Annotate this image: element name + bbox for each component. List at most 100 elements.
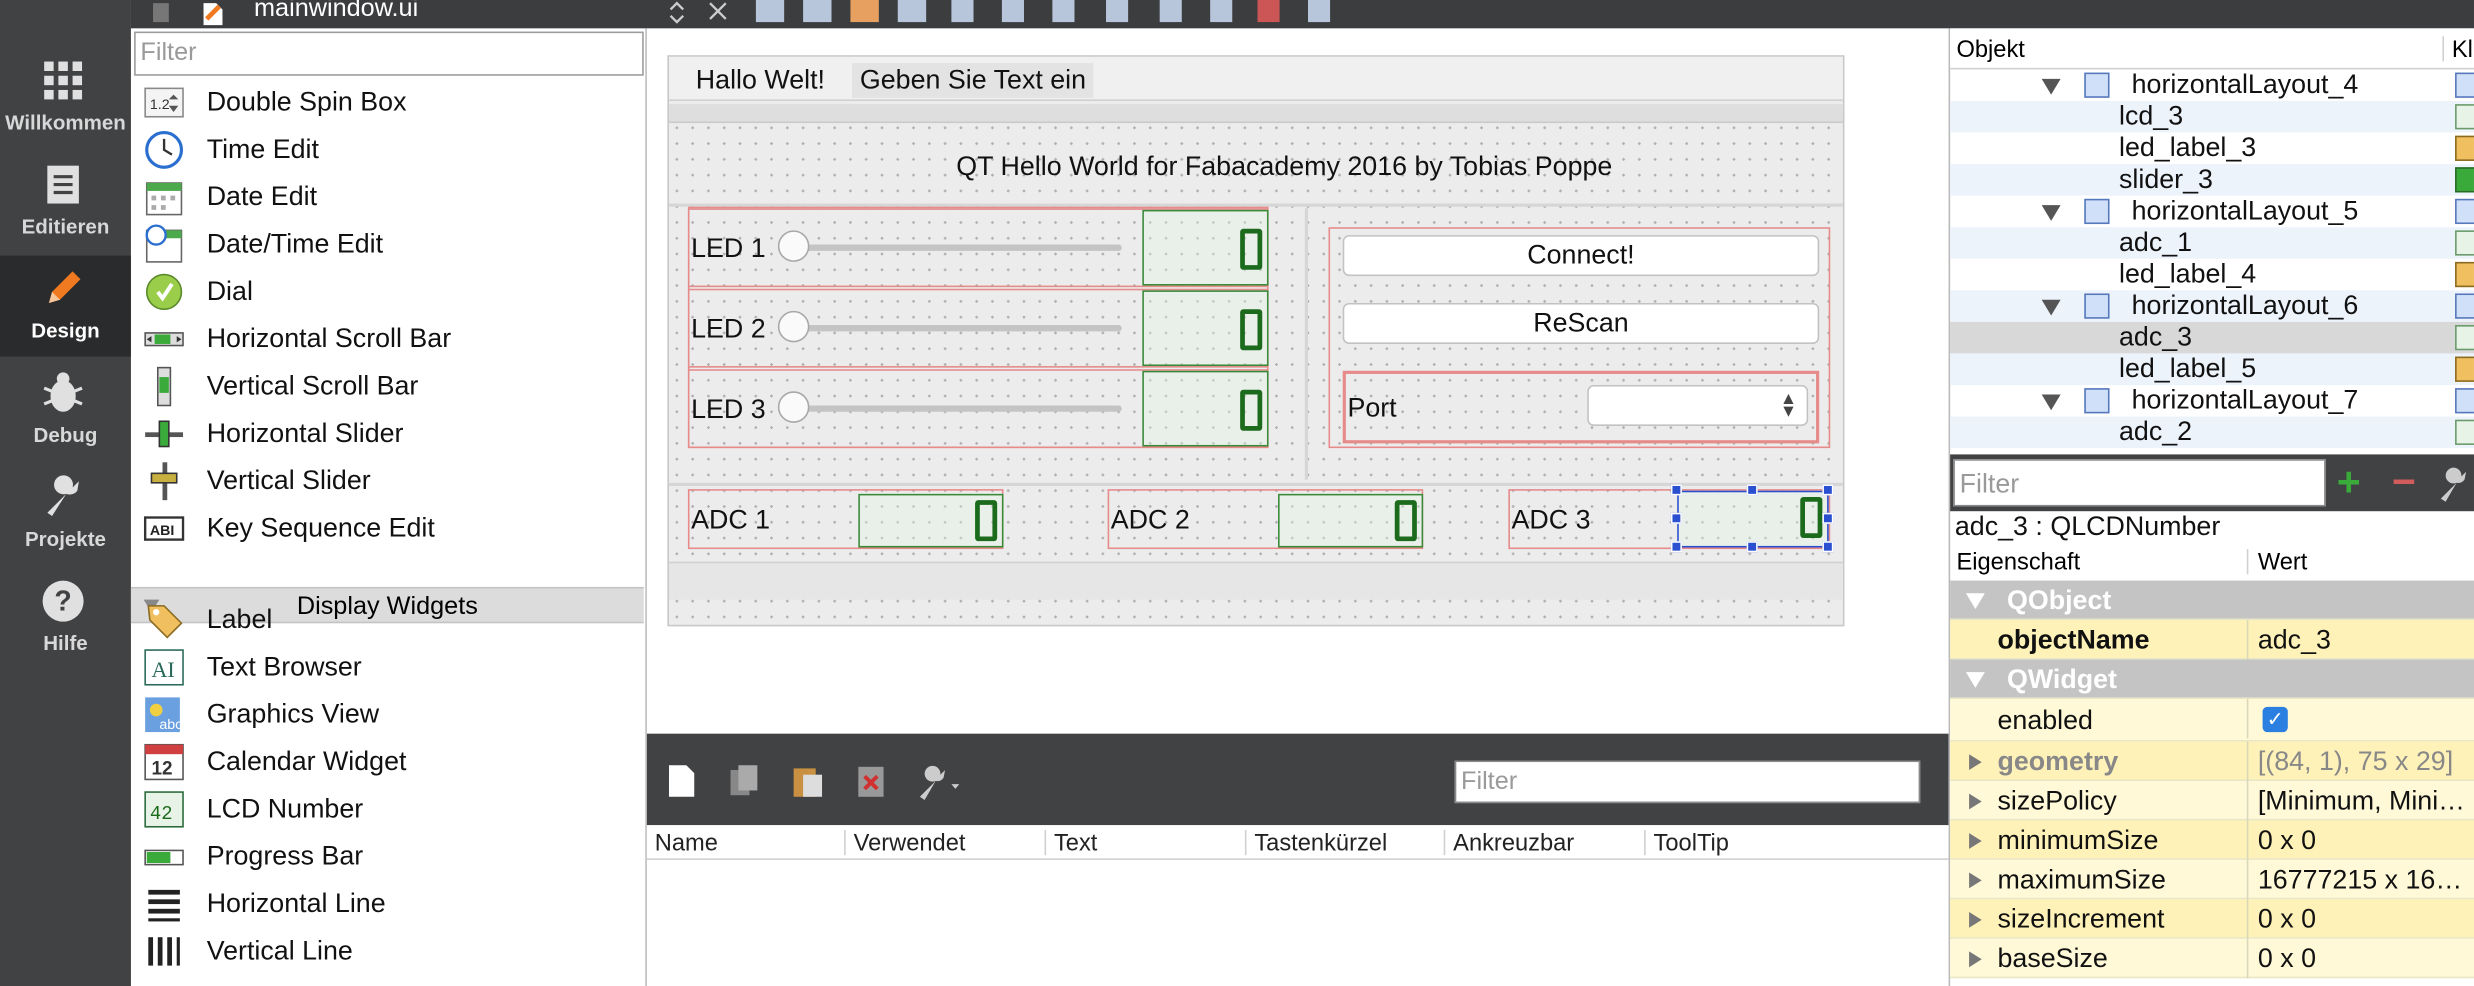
widget-item[interactable]: 42 LCD Number [131,786,644,833]
property-value[interactable]: 16777215 x 16… [2258,865,2462,897]
object-row-selected[interactable]: adc_3 [1950,321,2474,354]
object-row[interactable]: slider_3 [1950,164,2474,196]
led-lcd-number[interactable] [1142,209,1269,286]
column-header[interactable]: Wert [2258,549,2308,576]
wrench-dropdown-icon[interactable] [915,762,962,800]
widget-item[interactable]: Vertical Line [131,928,644,975]
object-row[interactable]: led_label_5 [1950,353,2474,385]
widget-item[interactable]: Progress Bar [131,833,644,880]
menu-type-here[interactable]: Geben Sie Text ein [852,63,1094,98]
widget-filter-input[interactable]: Filter [134,31,644,76]
property-group-qwidget[interactable]: QWidget [1950,659,2474,699]
wrench-icon[interactable] [2436,464,2474,502]
collapse-triangle-icon[interactable] [1965,593,1985,610]
adc-lcd-number[interactable] [1278,493,1424,548]
object-row[interactable]: lcd_3 [1950,100,2474,133]
property-row-sizeincrement[interactable]: sizeIncrement 0 x 0 [1950,899,2474,939]
object-row-layout[interactable]: horizontalLayout_7 [1950,385,2474,417]
property-row-geometry[interactable]: geometry [(84, 1), 75 x 29] [1950,741,2474,782]
menu-hallo-welt[interactable]: Hallo Welt! [688,63,833,98]
property-row-basesize[interactable]: baseSize 0 x 0 [1950,938,2474,979]
widget-item[interactable]: abc Graphics View [131,691,644,738]
object-row[interactable]: adc_1 [1950,227,2474,259]
add-dynamic-property-icon[interactable]: + [2337,461,2361,502]
adc-row-3[interactable]: ADC 3 [1508,484,1834,553]
widget-item[interactable]: AI Text Browser [131,644,644,691]
port-label[interactable]: Port [1347,393,1396,425]
selection-handle[interactable] [1670,512,1682,524]
column-header[interactable]: Tastenkürzel [1254,830,1387,857]
selection-handle[interactable] [1746,484,1758,496]
expand-triangle-icon[interactable] [2041,394,2061,411]
mode-debug[interactable]: Debug [0,360,131,461]
expand-triangle-icon[interactable] [1969,754,1982,770]
object-row[interactable]: led_label_3 [1950,133,2474,165]
widget-item[interactable]: Horizontal Scroll Bar [131,316,644,363]
property-row-minimumsize[interactable]: minimumSize 0 x 0 [1950,820,2474,860]
widget-item[interactable]: Horizontal Slider [131,410,644,457]
mode-projects[interactable]: Projekte [0,464,131,565]
remove-dynamic-property-icon[interactable]: − [2392,461,2416,502]
action-filter-input[interactable]: Filter [1454,760,1921,804]
column-divider[interactable] [1244,829,1247,856]
widget-item[interactable]: Vertical Scroll Bar [131,363,644,410]
adc-label[interactable]: ADC 1 [691,505,770,537]
form-editor-tools-icon[interactable] [755,0,1356,25]
column-header[interactable]: Objekt [1956,36,2024,63]
led-lcd-number[interactable] [1142,290,1269,367]
column-divider[interactable] [2246,549,2249,575]
column-header[interactable]: Name [655,830,718,857]
property-group-qobject[interactable]: QObject [1950,580,2474,621]
object-row[interactable]: led_label_4 [1950,259,2474,291]
column-divider[interactable] [844,829,846,856]
column-header[interactable]: Text [1054,830,1097,857]
file-tab-name[interactable]: mainwindow.ui [254,0,418,24]
main-window-form[interactable]: Hallo Welt! Geben Sie Text ein QT Hello … [667,55,1845,627]
column-divider[interactable] [1443,829,1446,856]
widget-item[interactable]: Date/Time Edit [131,221,644,268]
object-row-layout[interactable]: horizontalLayout_5 [1950,196,2474,228]
widget-item[interactable]: Dial [131,268,644,315]
column-header[interactable]: Eigenschaft [1956,549,2080,576]
expand-triangle-icon[interactable] [2041,299,2061,316]
selection-handle[interactable] [1670,484,1682,496]
new-file-icon[interactable] [663,762,701,800]
mode-welcome[interactable]: Willkommen [0,47,131,148]
expand-triangle-icon[interactable] [1969,911,1982,928]
widget-item[interactable]: Label [131,596,644,643]
property-value[interactable]: [(84, 1), 75 x 29] [2258,746,2453,778]
column-header[interactable]: Verwendet [854,830,966,857]
widget-item[interactable]: ABI Key Sequence Edit [131,505,644,552]
selection-handle[interactable] [1822,541,1834,553]
widget-item[interactable]: Horizontal Line [131,880,644,927]
enabled-checkbox[interactable]: ✓ [2262,706,2288,733]
led-slider-track[interactable] [787,325,1122,332]
selection-handle[interactable] [1670,541,1682,553]
selection-handle[interactable] [1822,512,1834,524]
adc-lcd-number-selected[interactable] [1677,490,1829,548]
led-label[interactable]: LED 2 [691,314,766,346]
column-divider[interactable] [2442,36,2445,62]
mode-edit[interactable]: Editieren [0,151,131,252]
selection-handle[interactable] [1746,541,1758,553]
widget-item[interactable]: Date Edit [131,174,644,221]
led-slider-track[interactable] [787,244,1122,251]
expand-triangle-icon[interactable] [1969,833,1982,849]
expand-triangle-icon[interactable] [1969,951,1982,968]
expand-triangle-icon[interactable] [2041,205,2061,221]
led-lcd-number[interactable] [1142,370,1269,447]
property-row-enabled[interactable]: enabled ✓ [1950,698,2474,742]
column-header[interactable]: Kl [2452,36,2473,63]
led-slider-track[interactable] [787,405,1122,412]
property-row-maximumsize[interactable]: maximumSize 16777215 x 16… [1950,859,2474,900]
widget-item[interactable]: Time Edit [131,126,644,173]
widget-item[interactable]: 1.2 Double Spin Box [131,79,644,126]
expand-triangle-icon[interactable] [1969,793,1982,810]
led-slider-handle[interactable] [777,310,810,343]
selection-handle[interactable] [1822,484,1834,496]
led-row-2[interactable]: LED 2 [687,288,1269,368]
lock-icon[interactable] [147,0,179,25]
expand-triangle-icon[interactable] [2041,78,2061,95]
close-icon[interactable] [707,0,729,25]
expand-triangle-icon[interactable] [1969,872,1982,889]
